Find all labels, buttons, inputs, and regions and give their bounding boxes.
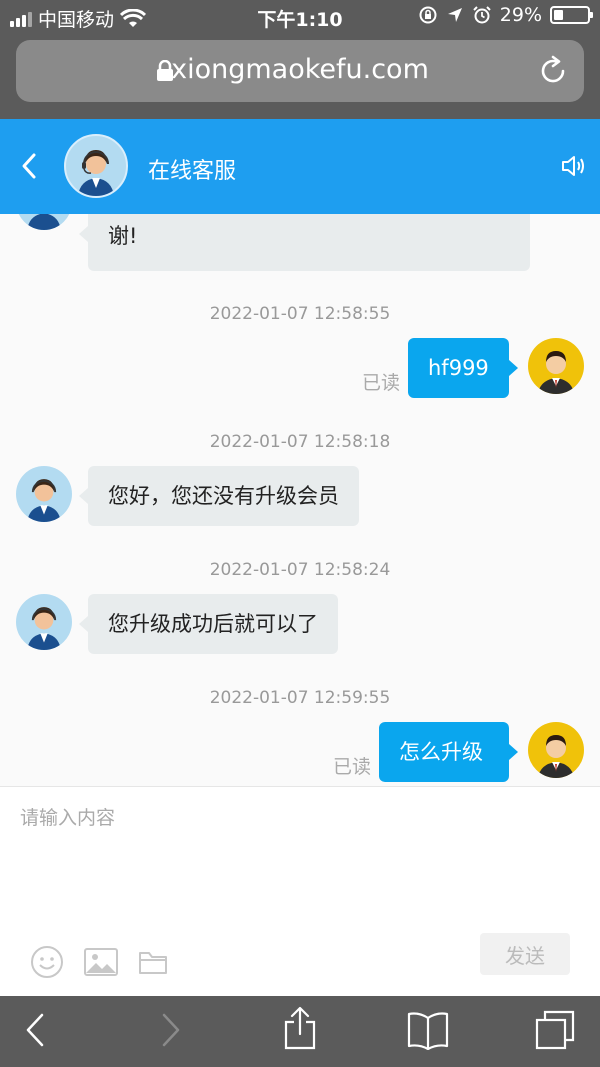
message-input-placeholder[interactable]: 请输入内容	[20, 803, 115, 830]
message-text: 您升级成功后就可以了	[108, 612, 318, 636]
message-timestamp: 2022-01-07 12:59:55	[209, 688, 391, 708]
back-icon[interactable]	[20, 151, 38, 181]
agent-avatar	[64, 134, 128, 198]
chat-messages[interactable]: 谢! 2022-01-07 12:58:55 已读 hf999 2022-01-…	[0, 214, 600, 786]
forward-icon	[162, 1013, 180, 1047]
agent-avatar	[16, 214, 72, 230]
url-bar[interactable]: xiongmaokefu.com	[16, 40, 584, 102]
user-avatar	[528, 338, 584, 394]
message-timestamp: 2022-01-07 12:58:55	[209, 304, 391, 324]
message-text: 您好，您还没有升级会员	[108, 484, 339, 508]
chat-header: 在线客服	[0, 119, 600, 214]
user-message-bubble[interactable]: hf999	[408, 338, 518, 398]
image-icon[interactable]	[84, 948, 118, 976]
message-text: hf999	[428, 356, 489, 380]
alarm-icon	[473, 6, 491, 24]
emoji-icon[interactable]	[30, 945, 64, 979]
send-button[interactable]: 发送	[480, 933, 570, 975]
bookmarks-icon[interactable]	[406, 1010, 450, 1050]
folder-icon[interactable]	[138, 949, 168, 975]
chat-title: 在线客服	[148, 159, 237, 184]
message-text: 谢!	[108, 224, 138, 248]
agent-avatar	[16, 466, 72, 522]
agent-message-bubble: 您好，您还没有升级会员	[79, 466, 359, 526]
location-icon	[447, 8, 462, 22]
orientation-lock-icon	[419, 6, 437, 24]
url-text: xiongmaokefu.com	[171, 54, 429, 85]
input-toolbar	[30, 945, 168, 979]
share-icon[interactable]	[282, 1006, 318, 1050]
browser-toolbar	[0, 996, 600, 1067]
status-bar: 中国移动 下午1:10 29%	[0, 0, 600, 34]
reload-icon[interactable]	[540, 55, 568, 85]
battery-percent: 29%	[499, 4, 542, 26]
user-message-bubble[interactable]: 怎么升级	[379, 722, 518, 782]
message-timestamp: 2022-01-07 12:58:18	[209, 432, 391, 452]
message-text: 怎么升级	[399, 740, 483, 764]
agent-message-bubble: 您升级成功后就可以了	[79, 594, 338, 654]
user-avatar	[528, 722, 584, 778]
back-icon[interactable]	[24, 1012, 46, 1048]
agent-message-bubble: 谢!	[79, 214, 530, 271]
status-right: 29%	[418, 4, 593, 26]
message-timestamp: 2022-01-07 12:58:24	[209, 560, 391, 580]
read-status: 已读	[362, 372, 401, 394]
speaker-icon[interactable]	[560, 153, 586, 179]
message-input-area[interactable]: 请输入内容 发送	[0, 786, 600, 996]
battery-icon	[550, 6, 593, 24]
agent-avatar	[16, 594, 72, 650]
read-status: 已读	[333, 756, 372, 778]
tabs-icon[interactable]	[535, 1010, 575, 1050]
browser-url-area: xiongmaokefu.com	[0, 34, 600, 119]
